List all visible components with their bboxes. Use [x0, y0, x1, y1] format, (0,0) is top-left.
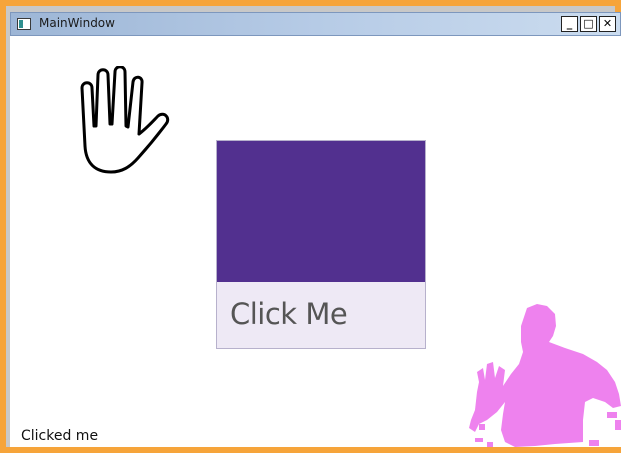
tile-label: Click Me: [230, 297, 348, 331]
maximize-button[interactable]: □: [580, 16, 597, 32]
main-window: MainWindow _ □ ✕ Click Me Clicked me: [0, 0, 621, 453]
window-controls: _ □ ✕: [561, 16, 616, 32]
status-text: Clicked me: [21, 428, 99, 444]
window-title: MainWindow: [39, 16, 115, 30]
click-me-tile[interactable]: Click Me: [216, 140, 426, 349]
hand-cursor-icon: [80, 66, 170, 174]
title-bar[interactable]: MainWindow _ □ ✕: [10, 12, 621, 36]
window-client-area: Click Me Clicked me: [10, 36, 621, 447]
tile-color-block: [217, 141, 425, 282]
user-silhouette: [469, 304, 621, 447]
minimize-button[interactable]: _: [561, 16, 578, 32]
app-window-icon: [17, 18, 31, 30]
close-button[interactable]: ✕: [599, 16, 616, 32]
